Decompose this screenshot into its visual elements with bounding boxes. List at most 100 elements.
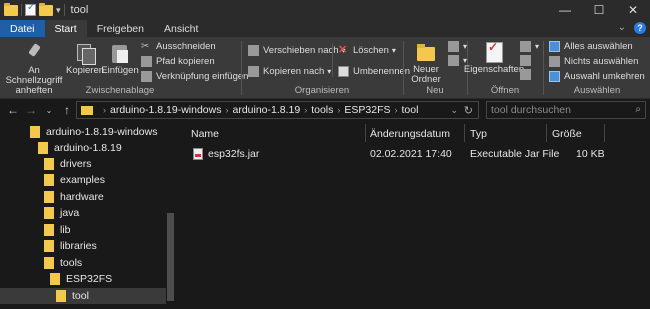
delete-button[interactable]: ✕ Löschen ▾ [338,44,396,57]
copy-to-label: Kopieren nach [263,66,325,77]
folder-icon [44,240,54,252]
scrollbar-thumb[interactable] [167,213,174,301]
rename-button[interactable]: Umbenennen [338,66,410,77]
paste-button[interactable]: Einfügen [101,42,139,76]
divider [604,124,605,142]
select-none-button[interactable]: Nichts auswählen [549,56,638,67]
paste-shortcut-icon [141,71,152,82]
select-none-label: Nichts auswählen [564,56,639,67]
breadcrumb-item[interactable]: tool [402,104,419,116]
folder-icon [44,257,54,269]
delete-icon: ✕ [338,44,348,56]
new-folder-icon[interactable] [39,2,53,16]
forward-button[interactable]: → [22,103,40,117]
group-label: Neu [426,85,444,96]
chevron-right-icon: › [394,105,398,115]
tree-item[interactable]: hardware [44,189,104,205]
tree-item[interactable]: tools [44,255,82,271]
chevron-down-icon[interactable]: ⌄ [450,105,458,116]
open-group: Eigenschaften ▾ Öffnen [464,37,542,99]
pin-icon [23,42,45,64]
column-header-name[interactable]: Name [191,125,219,142]
copy-button[interactable]: Kopieren [66,42,104,76]
file-size: 10 KB [576,148,605,160]
breadcrumb-item[interactable]: arduino-1.8.19 [232,104,300,116]
recent-locations-icon[interactable]: ⌄ [40,106,58,115]
tree-item-label: libraries [60,240,97,252]
quick-access-toolbar: ▾ [0,2,65,16]
properties-icon [483,41,505,63]
help-icon[interactable]: ? [634,22,646,34]
move-to-label: Verschieben nach [263,45,339,56]
chevron-right-icon: › [225,105,229,115]
column-header-date[interactable]: Änderungsdatum [370,125,450,142]
divider [464,124,465,142]
tree-item-label: hardware [60,191,104,203]
tab-file[interactable]: Datei [0,20,45,37]
tab-view[interactable]: Ansicht [154,20,208,37]
tree-item[interactable]: drivers [44,156,92,172]
breadcrumb-item[interactable]: ESP32FS [344,104,390,116]
edit-button[interactable] [520,55,535,66]
minimize-button[interactable]: — [548,0,582,20]
invert-selection-button[interactable]: Auswahl umkehren [549,71,645,82]
properties-button[interactable]: Eigenschaften [464,41,524,75]
tree-item[interactable]: libraries [44,238,97,254]
copy-to-button[interactable]: Kopieren nach ▾ [248,66,331,77]
move-to-button[interactable]: Verschieben nach ▾ [248,45,346,56]
customize-toolbar-icon[interactable]: ▾ [56,5,61,16]
tree-item[interactable]: lib [44,222,71,238]
maximize-button[interactable]: ☐ [582,0,616,20]
folder-icon [56,290,66,302]
cut-label: Ausschneiden [156,41,216,52]
group-label: Organisieren [294,85,350,96]
tree-item[interactable]: arduino-1.8.19-windows [30,124,157,140]
tree-item-label: ESP32FS [66,273,113,285]
tree-item[interactable]: ESP32FS [50,271,112,287]
refresh-icon[interactable]: ↻ [464,104,473,117]
tab-start[interactable]: Start [44,20,87,37]
new-item-button[interactable]: ▾ [448,41,467,52]
breadcrumb[interactable]: › arduino-1.8.19-windows › arduino-1.8.1… [76,101,479,119]
select-all-button[interactable]: Alles auswählen [549,41,633,52]
paste-shortcut-button[interactable]: Verknüpfung einfügen [141,71,248,82]
table-row[interactable]: esp32fs.jar 02.02.2021 17:40 Executable … [180,145,650,163]
up-button[interactable]: ↑ [58,103,76,117]
new-item-icon [448,41,459,52]
history-button[interactable] [520,69,535,80]
file-type: Executable Jar File [470,148,560,160]
divider [365,124,366,142]
navigation-pane: arduino-1.8.19-windows arduino-1.8.19 dr… [0,121,180,309]
column-header-type[interactable]: Typ [470,125,487,142]
new-folder-icon [415,41,437,63]
tab-share[interactable]: Freigeben [87,20,154,37]
file-name: esp32fs.jar [208,148,260,160]
folder-icon [44,158,54,170]
folder-icon [81,105,93,115]
tree-item[interactable]: examples [44,172,105,188]
cut-button[interactable]: ✂ Ausschneiden [141,41,216,52]
folder-icon [50,273,60,285]
close-button[interactable]: ✕ [616,0,650,20]
search-input[interactable] [487,102,627,118]
breadcrumb-item[interactable]: tools [311,104,333,116]
open-button[interactable]: ▾ [520,41,539,52]
expand-ribbon-icon[interactable]: ⌄ [618,22,626,34]
tree-item[interactable]: arduino-1.8.19 [38,140,122,156]
chevron-down-icon: ▾ [327,67,332,76]
folder-icon [44,191,54,203]
tree-item-label: arduino-1.8.19 [54,142,122,154]
column-header-size[interactable]: Größe [552,125,582,142]
new-folder-button[interactable]: Neuer Ordner [406,41,446,85]
properties-icon[interactable] [25,2,36,16]
back-button[interactable]: ← [4,103,22,117]
window-controls: — ☐ ✕ [548,0,650,20]
file-name-cell: esp32fs.jar [193,145,259,163]
window-title: tool [70,4,89,16]
copy-path-button[interactable]: Pfad kopieren [141,56,215,67]
title-bar: ▾ tool — ☐ ✕ [0,0,650,20]
tree-item-selected[interactable]: tool [0,288,166,304]
breadcrumb-item[interactable]: arduino-1.8.19-windows [110,104,221,116]
copy-path-label: Pfad kopieren [156,56,215,67]
tree-item[interactable]: java [44,205,79,221]
